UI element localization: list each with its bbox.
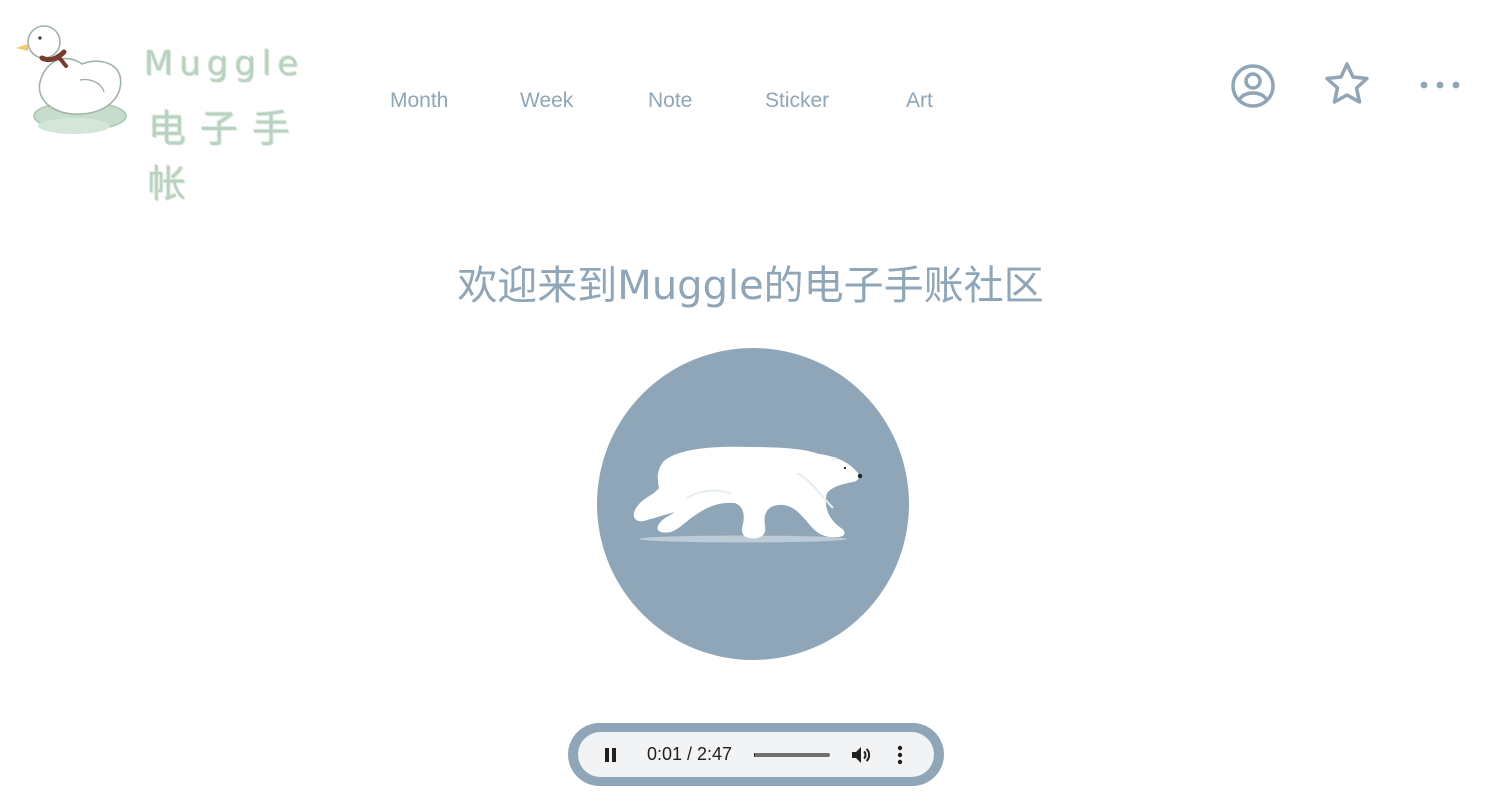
hero-image [597,348,909,660]
volume-button[interactable] [849,743,873,772]
user-circle-icon [1231,64,1275,108]
logo-subtitle: 电子手帐 [148,107,305,206]
logo-title: Muggle [144,44,305,84]
polar-bear-icon [633,446,863,543]
star-icon [1325,62,1369,104]
kebab-menu-icon [897,745,903,765]
nav-item-sticker[interactable]: Sticker [765,89,829,113]
more-button[interactable] [1416,76,1464,99]
audio-player-frame: 0:01 / 2:47 [568,723,944,786]
pause-icon [605,748,616,762]
nav-item-art[interactable]: Art [906,89,933,113]
nav-item-note[interactable]: Note [648,89,692,113]
nav-item-week[interactable]: Week [520,89,573,113]
more-dots-icon [1420,81,1460,89]
page: Muggle 电子手帐 Month Week Note Sticker Art … [0,0,1501,809]
pause-button[interactable] [602,745,620,770]
volume-icon [852,747,871,763]
favorite-button[interactable] [1322,60,1372,113]
audio-player: 0:01 / 2:47 [578,732,934,777]
site-logo[interactable]: Muggle 电子手帐 [12,18,328,206]
nav-item-month[interactable]: Month [390,89,448,113]
progress-slider[interactable] [754,753,830,757]
welcome-heading: 欢迎来到Muggle的电子手账社区 [457,263,1044,309]
time-display: 0:01 / 2:47 [647,744,733,764]
more-options-button[interactable] [892,743,908,772]
profile-button[interactable] [1229,62,1277,115]
